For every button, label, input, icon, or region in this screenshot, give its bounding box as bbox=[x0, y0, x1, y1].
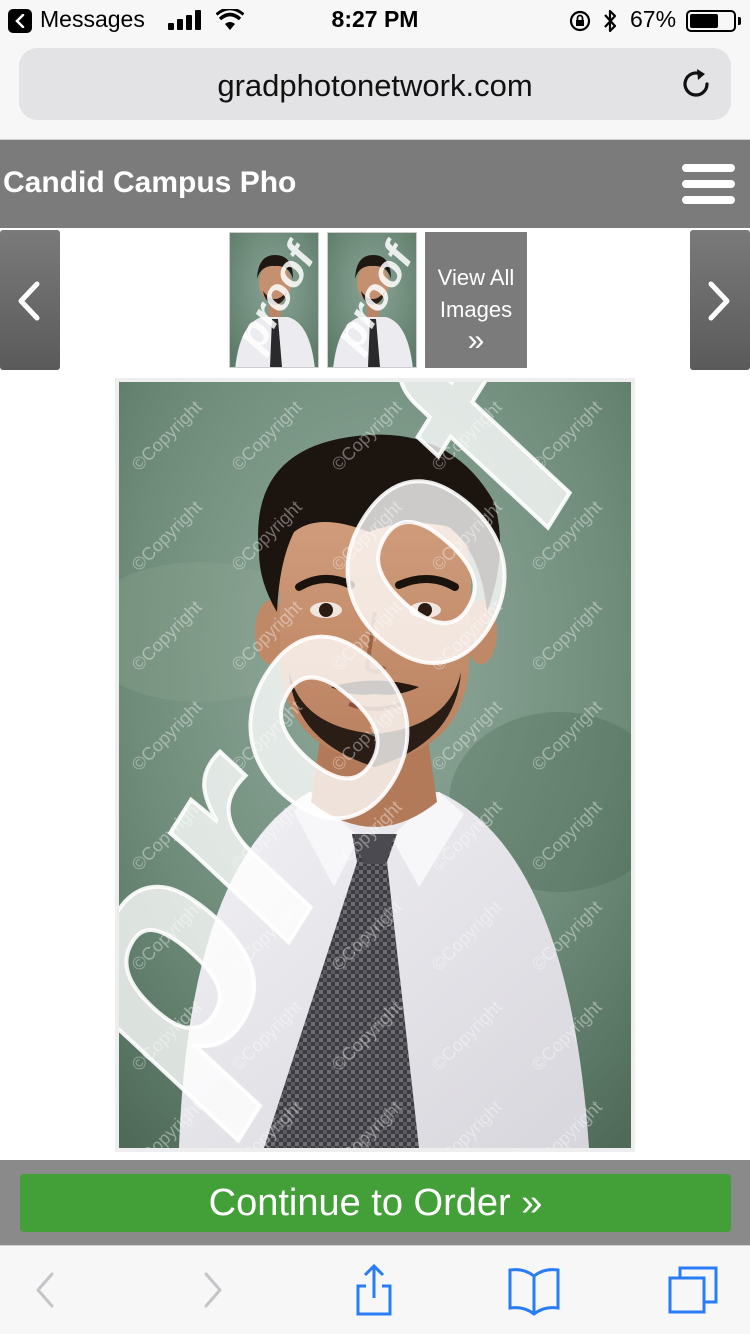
order-bar: Continue to Order » bbox=[0, 1160, 750, 1245]
bookmarks-icon[interactable] bbox=[506, 1264, 562, 1316]
signal-icon bbox=[168, 10, 201, 30]
wifi-icon bbox=[216, 9, 244, 30]
chevron-left-icon bbox=[18, 281, 40, 321]
battery-percent: 67% bbox=[630, 6, 677, 32]
battery-icon bbox=[686, 10, 736, 32]
main-photo-frame: ©Copyright ©Copyright ©Copyright ©Copyright… bbox=[115, 378, 635, 1152]
previous-image-button[interactable] bbox=[0, 230, 60, 370]
thumbnail-2[interactable]: proof bbox=[327, 232, 417, 368]
view-all-label-line1: View All bbox=[437, 265, 515, 290]
url-text[interactable]: gradphotonetwork.com bbox=[19, 68, 731, 104]
bluetooth-icon bbox=[604, 9, 617, 33]
site-title[interactable]: Candid Campus Pho bbox=[3, 166, 296, 200]
status-bar: Messages 8:27 PM 67% bbox=[0, 0, 750, 40]
rotation-lock-icon bbox=[569, 10, 591, 32]
hamburger-menu-icon[interactable] bbox=[682, 164, 735, 204]
tabs-icon[interactable] bbox=[666, 1264, 722, 1316]
next-image-button[interactable] bbox=[690, 230, 750, 370]
address-bar[interactable]: gradphotonetwork.com bbox=[19, 48, 731, 120]
main-photo[interactable]: ©Copyright ©Copyright ©Copyright ©Copyright… bbox=[119, 382, 631, 1148]
battery-level-fill bbox=[690, 14, 718, 28]
browser-address-area: gradphotonetwork.com bbox=[0, 40, 750, 140]
reload-icon[interactable] bbox=[679, 66, 715, 102]
back-icon[interactable] bbox=[20, 1264, 76, 1316]
view-all-label-line2: Images bbox=[439, 297, 513, 322]
battery-nub bbox=[738, 17, 741, 25]
double-chevron-right-icon: » bbox=[467, 324, 485, 357]
back-to-app-icon[interactable] bbox=[8, 9, 32, 33]
thumbnail-1[interactable]: proof bbox=[229, 232, 319, 368]
site-header: Candid Campus Pho bbox=[0, 140, 750, 228]
continue-to-order-button[interactable]: Continue to Order » bbox=[20, 1174, 731, 1232]
browser-toolbar bbox=[0, 1245, 750, 1334]
chevron-right-icon bbox=[708, 281, 730, 321]
share-icon[interactable] bbox=[346, 1264, 402, 1316]
view-all-images-button[interactable]: View All Images » bbox=[425, 232, 527, 368]
back-app-label[interactable]: Messages bbox=[40, 6, 145, 33]
forward-icon[interactable] bbox=[182, 1264, 238, 1316]
